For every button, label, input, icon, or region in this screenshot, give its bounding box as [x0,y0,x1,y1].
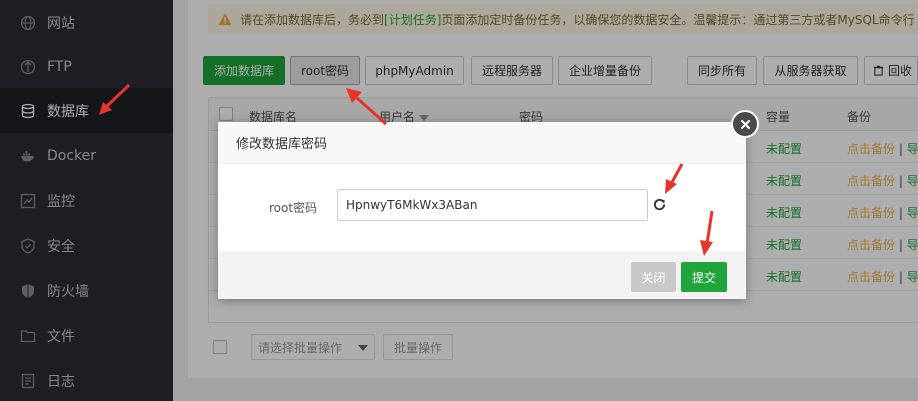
dialog-close-button[interactable] [731,110,759,138]
close-button[interactable]: 关闭 [631,262,676,292]
refresh-icon[interactable] [652,197,668,213]
close-icon [740,119,751,130]
annotation-arrow-root-button [346,88,388,126]
annotation-arrow-submit [700,210,714,256]
submit-button[interactable]: 提交 [681,262,727,292]
root-password-label: root密码 [269,201,318,215]
annotation-arrow-refresh [665,163,684,194]
change-password-dialog: 修改数据库密码 root密码 关闭 提交 [218,122,746,299]
root-password-input[interactable] [337,189,648,221]
annotation-arrow-sidebar [99,83,131,115]
dialog-footer: 关闭 提交 [218,251,746,299]
dialog-title: 修改数据库密码 [218,122,746,164]
